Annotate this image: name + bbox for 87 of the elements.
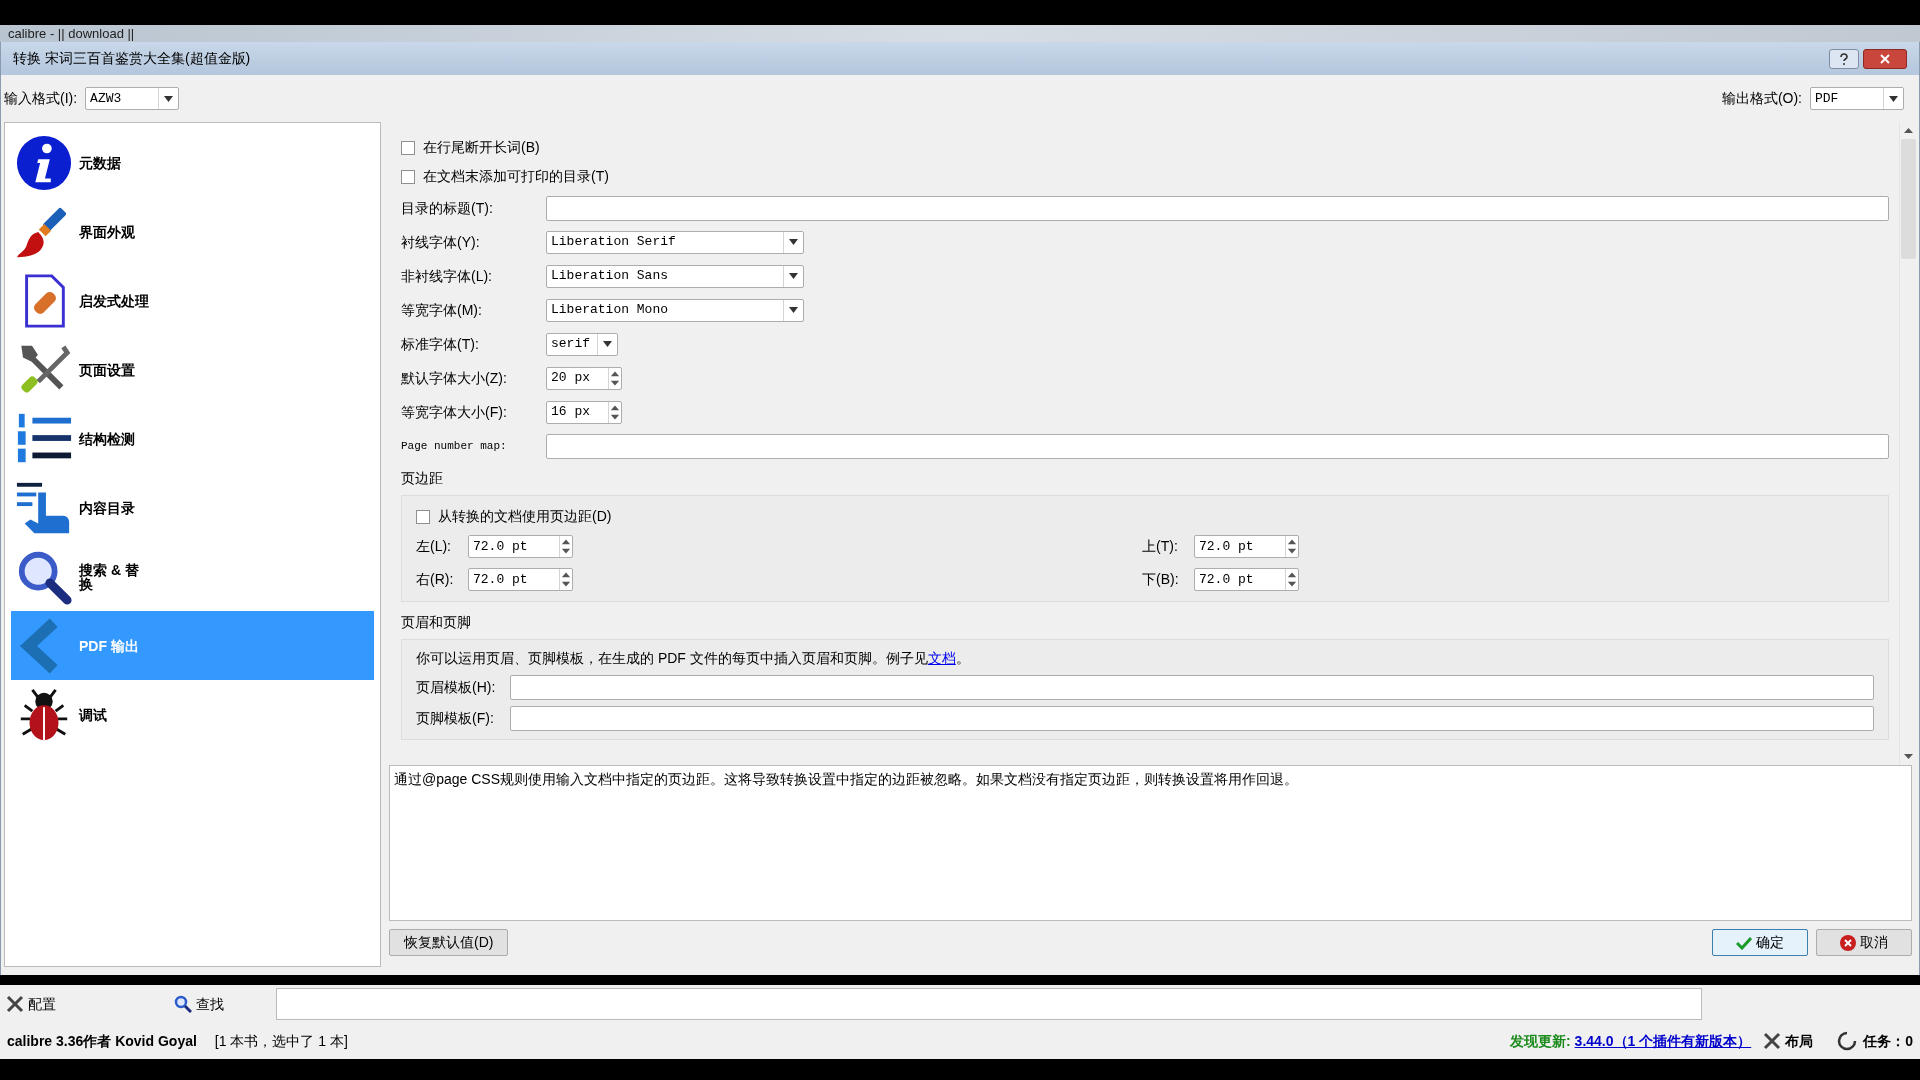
dropdown-arrow-icon: [1889, 95, 1898, 102]
dropdown-arrow-icon: [789, 307, 798, 313]
app-version: calibre 3.36作者 Kovid Goyal: [7, 1031, 197, 1051]
jobs-status[interactable]: 任务：0: [1863, 1030, 1913, 1052]
search-icon: [174, 995, 192, 1013]
checkbox[interactable]: [401, 140, 415, 155]
output-format-dropdown[interactable]: PDF: [1810, 87, 1904, 110]
search-field[interactable]: [276, 988, 1702, 1020]
margin-label: 左(L):: [416, 537, 452, 556]
ok-button[interactable]: 确定: [1712, 929, 1808, 956]
sidebar-item[interactable]: 界面外观: [11, 197, 374, 266]
checkmark-icon: [1736, 935, 1752, 950]
text-field[interactable]: [546, 195, 1889, 221]
field-label: 非衬线字体(L):: [401, 266, 493, 286]
header-footer-note: 你可以运用页眉、页脚模板，在生成的 PDF 文件的每页中插入页眉和页脚。例子见文档。: [416, 649, 971, 668]
spin-box[interactable]: 72.0 pt: [1194, 568, 1299, 591]
restore-defaults-button[interactable]: 恢复默认值(D): [389, 929, 509, 956]
field-label: 页眉模板(H):: [416, 678, 497, 697]
spinner-icon: [1837, 1031, 1858, 1051]
text-field[interactable]: [546, 433, 1889, 459]
input-format-label: 输入格式(I):: [4, 89, 78, 108]
font-dropdown[interactable]: serif: [546, 332, 618, 356]
checkbox[interactable]: [401, 169, 415, 184]
margin-label: 下(B):: [1142, 570, 1180, 589]
field-label: 标准字体(T):: [401, 334, 480, 354]
spin-box[interactable]: 72.0 pt: [468, 535, 573, 558]
margin-label: 右(R):: [416, 570, 455, 589]
spin-arrows-icon: [559, 536, 572, 557]
sidebar-item[interactable]: 元数据: [11, 128, 374, 197]
field-label: 衬线字体(Y):: [401, 232, 481, 252]
input-format-dropdown[interactable]: AZW3: [85, 87, 180, 110]
checkbox-label: 在行尾断开长词(B): [423, 138, 540, 157]
text-field[interactable]: [510, 706, 1874, 731]
dropdown-arrow-icon: [164, 95, 174, 102]
scrollbar[interactable]: [1899, 122, 1916, 765]
cancel-button[interactable]: 取消: [1816, 929, 1912, 956]
field-label: 默认字体大小(Z):: [401, 368, 508, 388]
spin-arrows-icon: [1285, 536, 1298, 557]
spin-arrows-icon: [608, 401, 621, 423]
font-dropdown[interactable]: Liberation Sans: [546, 264, 804, 288]
help-icon: [1839, 52, 1849, 65]
spin-box[interactable]: 72.0 pt: [1194, 535, 1299, 558]
checkbox[interactable]: [416, 509, 430, 524]
update-link[interactable]: 3.44.0（1 个插件有新版本）: [1574, 1030, 1752, 1052]
spin-box[interactable]: 72.0 pt: [468, 568, 573, 591]
font-dropdown[interactable]: Liberation Mono: [546, 298, 804, 322]
info-icon: [15, 133, 73, 192]
toolbar-button[interactable]: 查找: [174, 993, 254, 1015]
dropdown-arrow-icon: [603, 341, 612, 347]
field-label: 目录的标题(T):: [401, 198, 494, 218]
font-dropdown[interactable]: Liberation Serif: [546, 230, 804, 254]
window-title: calibre - || download ||: [8, 27, 135, 40]
field-label: 等宽字体大小(F):: [401, 402, 508, 422]
cancel-icon: [1840, 934, 1856, 951]
field-label: Page number map:: [401, 438, 508, 454]
checkbox-label: 在文档末添加可打印的目录(T): [423, 167, 609, 186]
update-label: 发现更新:: [1509, 1031, 1571, 1051]
spin-box[interactable]: 20 px: [546, 366, 622, 390]
field-label: 页脚模板(F):: [416, 709, 495, 728]
checkbox-label: 从转换的文档使用页边距(D): [438, 507, 612, 526]
sidebar-item[interactable]: 启发式处理: [11, 266, 374, 335]
sidebar-item[interactable]: 结构检测: [11, 404, 374, 473]
help-text: 通过@page CSS规则使用输入文档中指定的页边距。这将导致转换设置中指定的边距被忽略。如果文档没有指定页边距，则转换设置将用作回退。: [394, 770, 1300, 789]
output-format-label: 输出格式(O):: [1721, 89, 1802, 108]
close-icon: [1880, 53, 1890, 64]
close-button[interactable]: [1863, 48, 1907, 69]
spin-arrows-icon: [608, 367, 621, 389]
dropdown-arrow-icon: [789, 273, 798, 279]
spin-arrows-icon: [559, 569, 572, 590]
sidebar-item[interactable]: 搜索 & 替换: [11, 542, 374, 611]
dialog-title: 转换 宋词三百首鉴赏大全集(超值金版): [13, 49, 252, 68]
help-button[interactable]: [1829, 48, 1859, 69]
docs-link[interactable]: 文档: [927, 650, 956, 666]
spin-arrows-icon: [1285, 569, 1298, 590]
sidebar-item[interactable]: 内容目录: [11, 473, 374, 542]
sidebar-item[interactable]: 调试: [11, 680, 374, 749]
layout-button[interactable]: 布局: [1785, 1030, 1814, 1052]
selection-status: [1 本书，选中了 1 本]: [214, 1031, 348, 1051]
toolbar-button[interactable]: 配置: [6, 993, 86, 1015]
section-heading: 页边距: [401, 469, 444, 488]
sidebar-item[interactable]: 页面设置: [11, 335, 374, 404]
spin-box[interactable]: 16 px: [546, 400, 622, 424]
dropdown-arrow-icon: [789, 239, 798, 245]
margin-label: 上(T):: [1142, 537, 1179, 556]
section-heading: 页眉和页脚: [401, 613, 472, 632]
text-field[interactable]: [510, 675, 1874, 700]
field-label: 等宽字体(M):: [401, 300, 483, 320]
